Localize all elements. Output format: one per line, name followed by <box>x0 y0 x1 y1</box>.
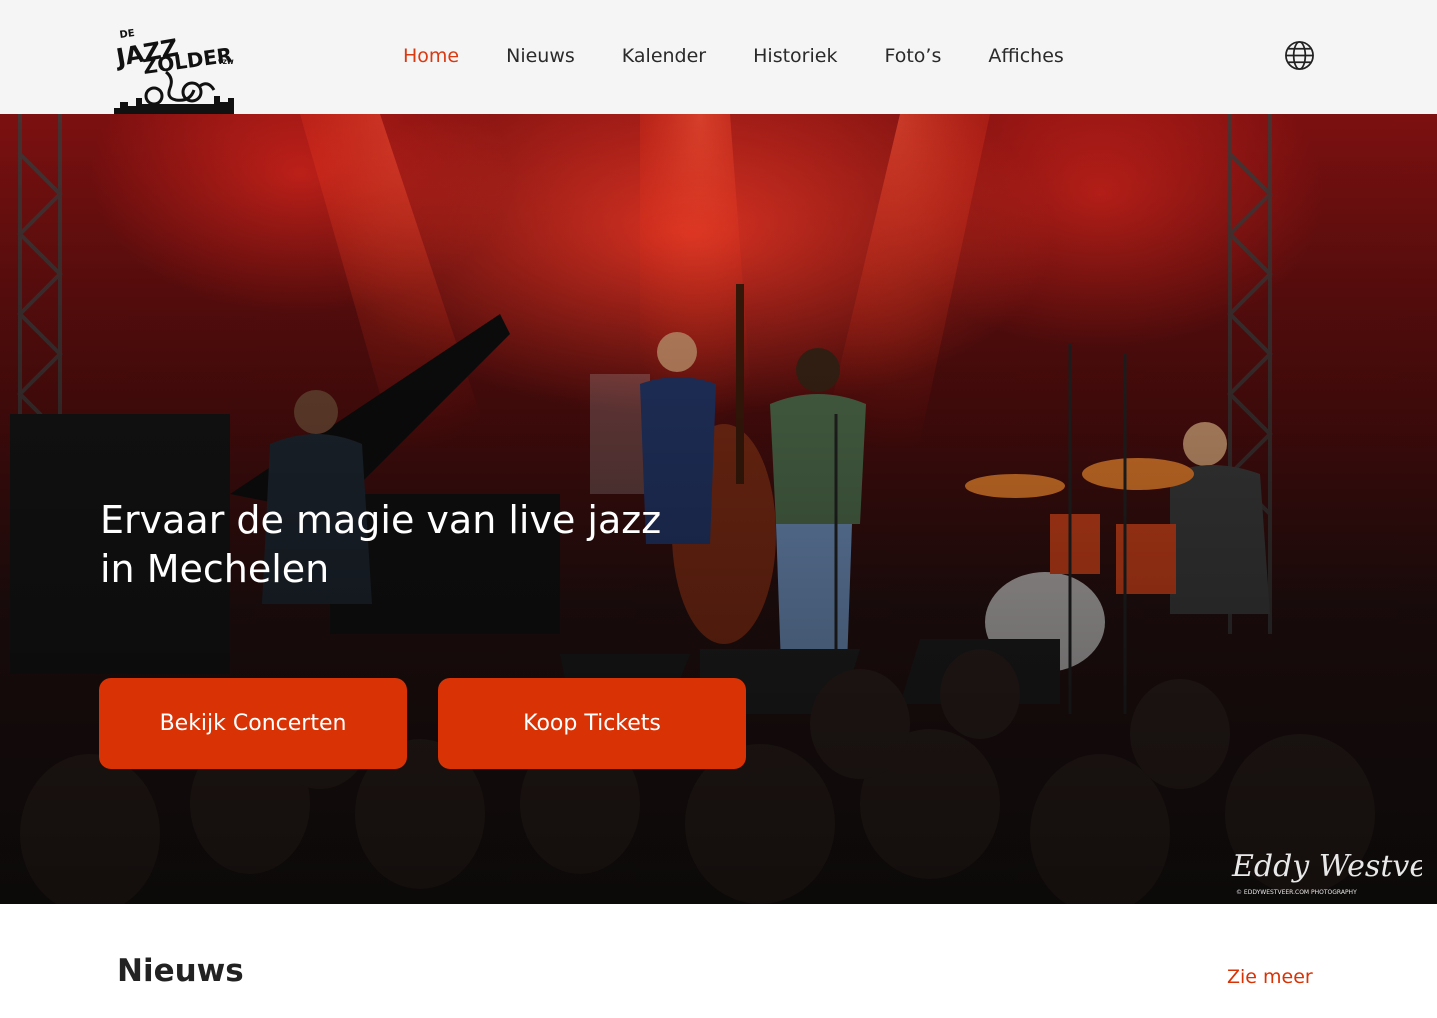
logo-text-de: DE <box>119 28 136 41</box>
site-header: DE JAZZ ZOLDER VZW Home Nieuws Kalender … <box>0 0 1437 114</box>
watermark-signature: Eddy Westveer <box>1231 849 1422 884</box>
main-navigation: Home Nieuws Kalender Historiek Foto’s Af… <box>403 41 1111 71</box>
logo-text-vzw: VZW <box>218 59 234 66</box>
nav-item-historiek[interactable]: Historiek <box>753 45 837 67</box>
hero-banner: Ervaar de magie van live jazz in Mechele… <box>0 114 1437 904</box>
nav-item-nieuws[interactable]: Nieuws <box>506 45 575 67</box>
jazz-zolder-logo[interactable]: DE JAZZ ZOLDER VZW <box>114 26 236 114</box>
see-more-link[interactable]: Zie meer <box>1227 966 1313 988</box>
buy-tickets-button[interactable]: Koop Tickets <box>438 678 746 769</box>
nav-item-kalender[interactable]: Kalender <box>622 45 706 67</box>
view-concerts-button[interactable]: Bekijk Concerten <box>99 678 407 769</box>
nav-item-home[interactable]: Home <box>403 45 459 67</box>
nav-item-fotos[interactable]: Foto’s <box>884 45 941 67</box>
globe-icon[interactable] <box>1284 40 1315 71</box>
photographer-watermark: Eddy Westveer © EDDYWESTVEER.COM PHOTOGR… <box>1226 836 1422 898</box>
logo-graphic: DE JAZZ ZOLDER VZW <box>114 28 234 114</box>
nav-item-affiches[interactable]: Affiches <box>988 45 1063 67</box>
watermark-credit: © EDDYWESTVEER.COM PHOTOGRAPHY <box>1236 889 1357 896</box>
hero-headline-line1: Ervaar de magie van live jazz <box>100 498 662 542</box>
hero-headline-line2: in Mechelen <box>100 547 330 591</box>
news-section-title: Nieuws <box>117 953 244 989</box>
hero-headline: Ervaar de magie van live jazz in Mechele… <box>100 496 740 594</box>
